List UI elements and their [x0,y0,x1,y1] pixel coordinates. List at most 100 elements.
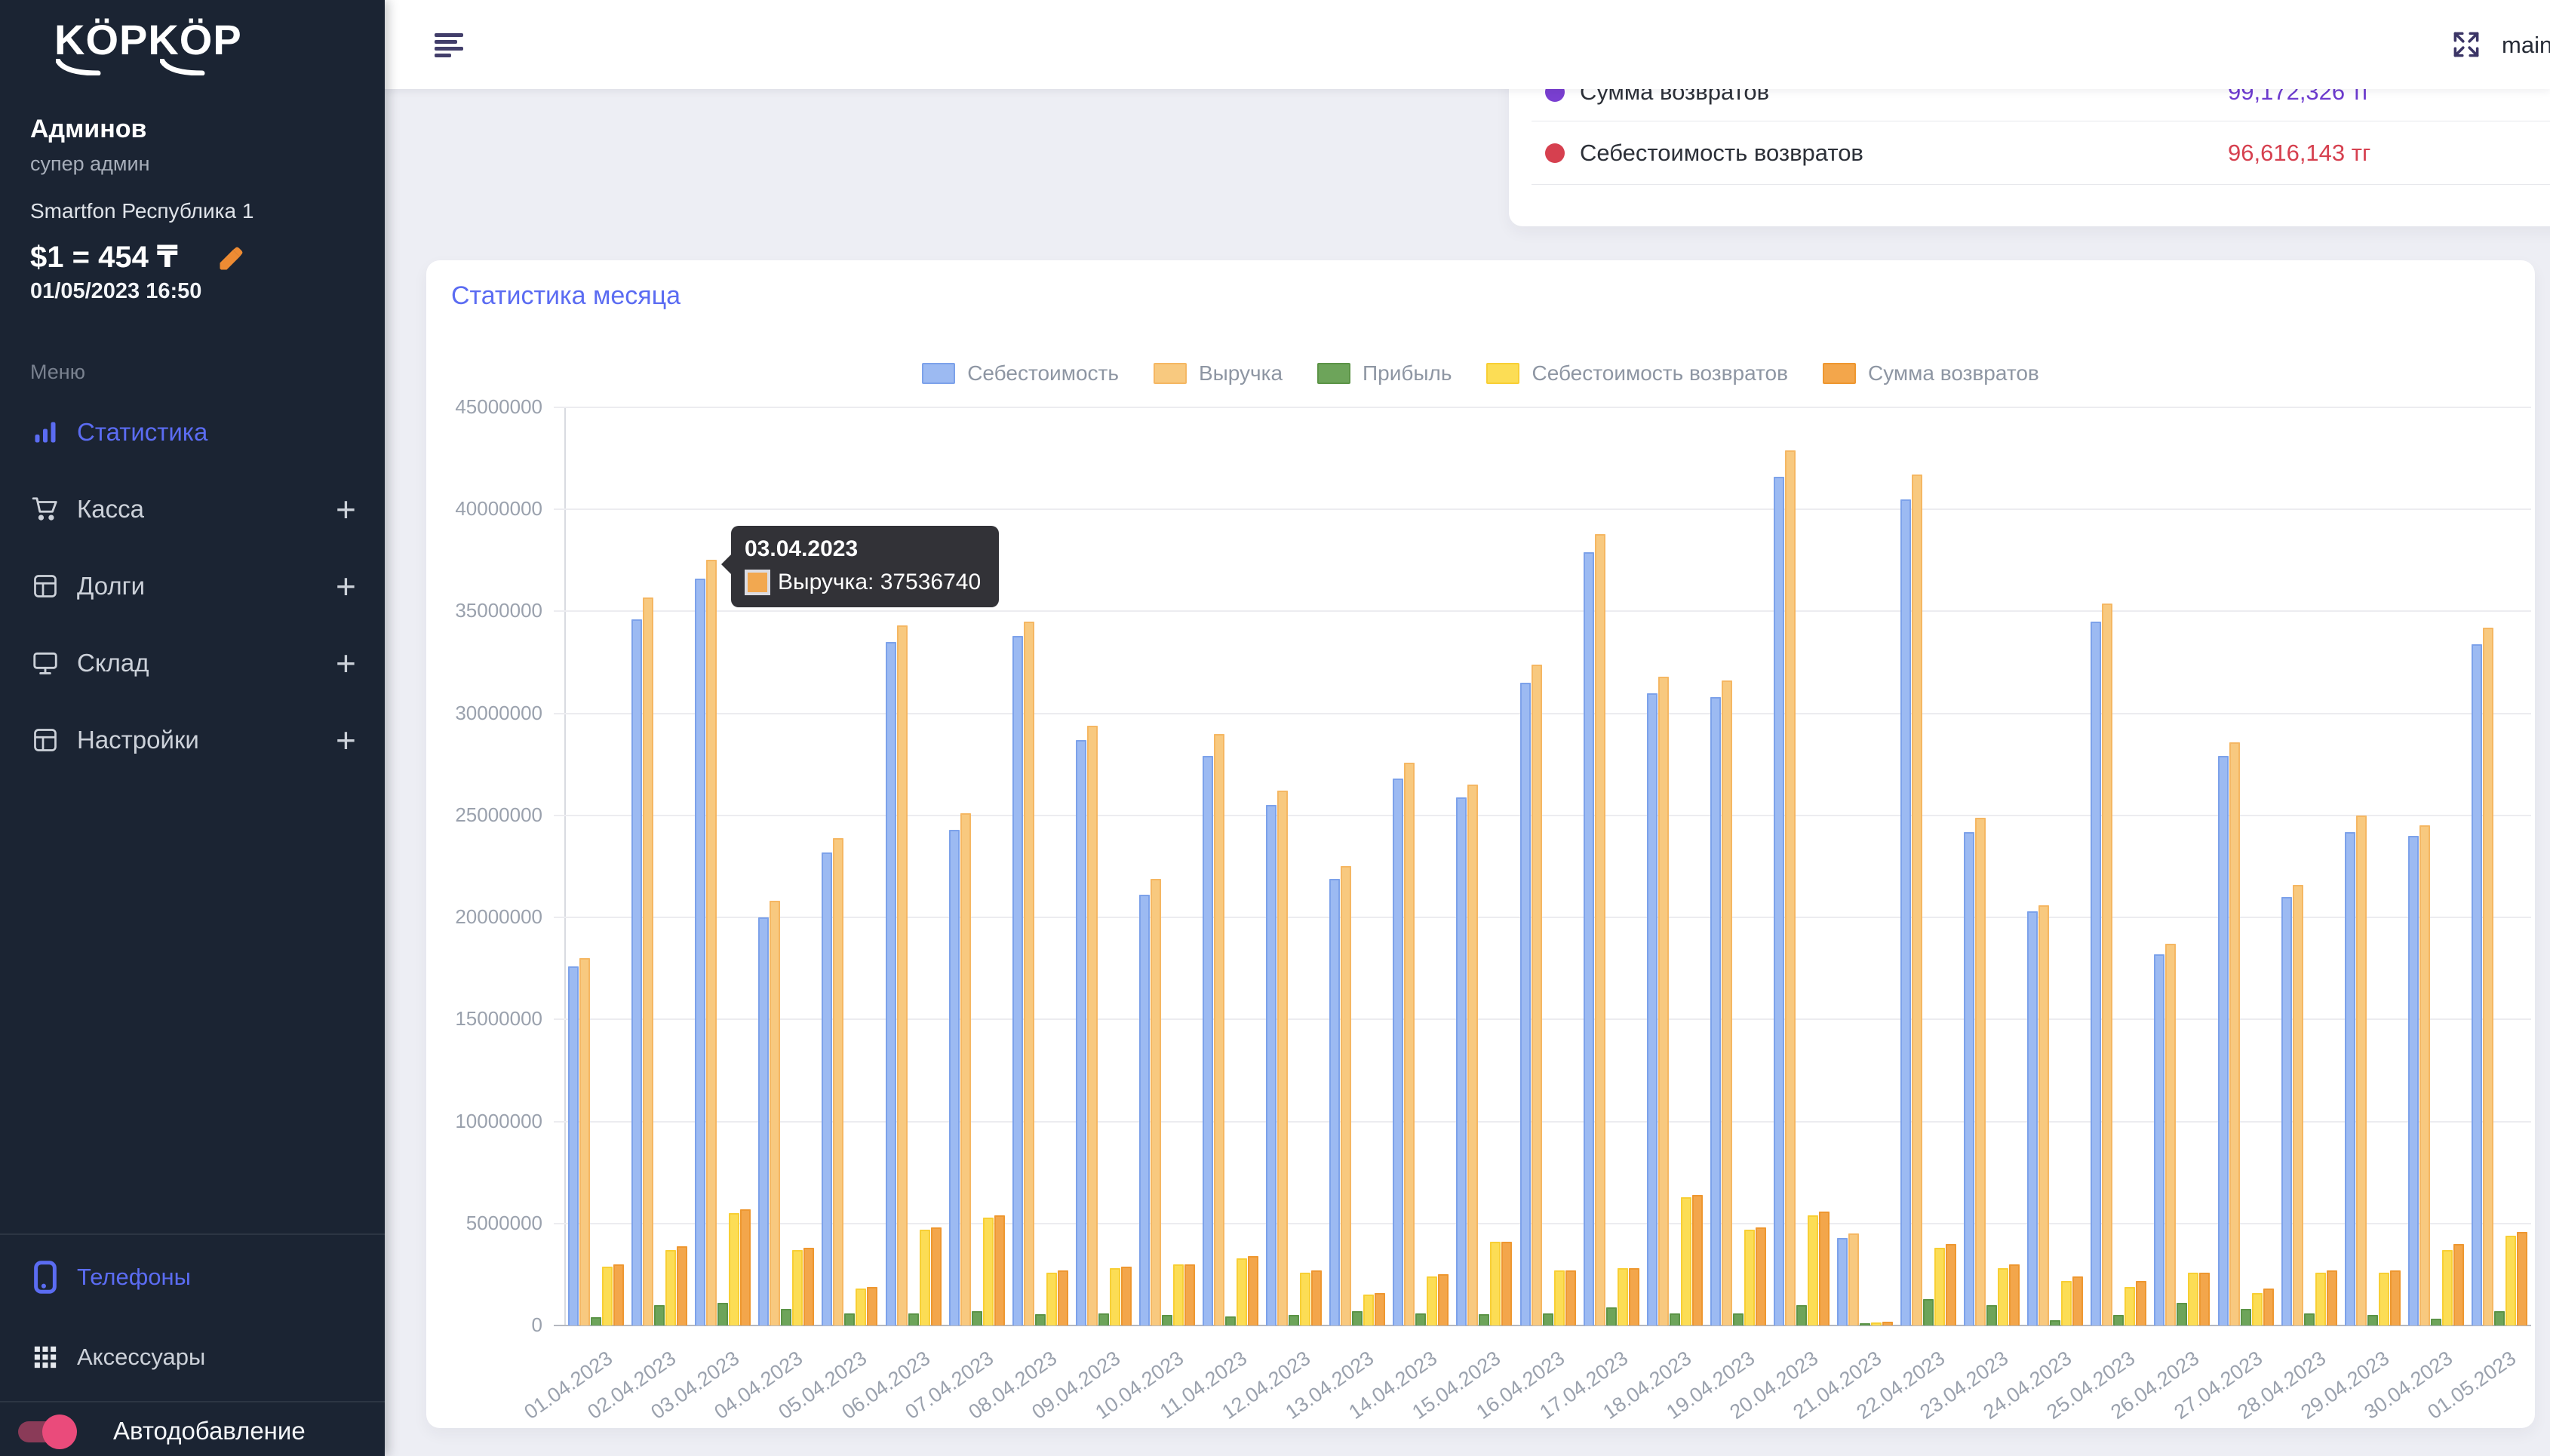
bar[interactable] [2252,1293,2263,1325]
bar[interactable] [2367,1315,2378,1325]
expand-plus-icon[interactable]: + [336,646,356,680]
bar[interactable] [833,838,843,1325]
bar[interactable] [695,579,705,1325]
bar[interactable] [2165,944,2176,1325]
bar[interactable] [1237,1258,1247,1325]
bar[interactable] [908,1313,919,1325]
bar[interactable] [579,958,590,1325]
bar[interactable] [1214,734,1224,1325]
sidebar-item-accessories[interactable]: Аксессуары [0,1331,385,1384]
bar[interactable] [1375,1293,1385,1325]
bar[interactable] [1087,726,1098,1325]
bar[interactable] [1848,1233,1859,1325]
bar[interactable] [1162,1315,1172,1325]
bar[interactable] [1860,1323,1870,1325]
bar[interactable] [1139,895,1150,1325]
bar[interactable] [1785,450,1796,1325]
bar[interactable] [2483,628,2493,1325]
bar[interactable] [568,966,579,1325]
fullscreen-icon[interactable] [2449,27,2484,62]
bar[interactable] [2453,1244,2464,1325]
bar[interactable] [2390,1270,2401,1325]
sidebar-item-cashbox[interactable]: Касса + [0,483,385,536]
bar[interactable] [792,1250,803,1325]
bar[interactable] [591,1317,601,1325]
legend-item[interactable]: Прибыль [1317,361,1452,386]
bar[interactable] [1756,1227,1766,1325]
expand-plus-icon[interactable]: + [336,492,356,527]
bar[interactable] [960,813,971,1325]
bar[interactable] [1647,693,1658,1325]
bar[interactable] [1467,785,1478,1325]
bar[interactable] [1341,866,1351,1325]
bar[interactable] [2091,622,2101,1325]
bar[interactable] [2154,954,2164,1325]
bar[interactable] [2072,1276,2083,1325]
bar[interactable] [602,1267,613,1325]
bar[interactable] [2442,1250,2453,1325]
bar[interactable] [1565,1270,1576,1325]
bar[interactable] [2009,1264,2020,1325]
bar[interactable] [1404,763,1415,1325]
bar[interactable] [1986,1305,1997,1325]
bar[interactable] [2408,836,2419,1325]
bar[interactable] [1311,1270,1322,1325]
bar[interactable] [740,1209,751,1325]
bar[interactable] [2281,897,2292,1325]
bar[interactable] [2315,1273,2326,1325]
legend-item[interactable]: Себестоимость возвратов [1486,361,1788,386]
bar[interactable] [1819,1212,1830,1325]
bar[interactable] [1618,1268,1628,1325]
expand-plus-icon[interactable]: + [336,723,356,757]
bar[interactable] [2419,825,2430,1325]
bar[interactable] [2431,1319,2441,1325]
bar[interactable] [631,619,642,1325]
bar[interactable] [1681,1197,1691,1325]
bar[interactable] [1595,534,1605,1325]
bar[interactable] [717,1303,728,1325]
bar[interactable] [1248,1256,1258,1325]
bar[interactable] [1225,1316,1236,1325]
bar[interactable] [729,1213,739,1325]
bar[interactable] [1584,552,1594,1325]
bar[interactable] [2304,1313,2315,1325]
bar[interactable] [822,852,832,1325]
bar[interactable] [2113,1315,2124,1325]
bar[interactable] [1837,1238,1848,1325]
bar[interactable] [867,1287,877,1325]
bar[interactable] [1733,1313,1744,1325]
bar[interactable] [1456,797,1467,1325]
bar[interactable] [1934,1248,1945,1325]
bar[interactable] [1110,1268,1120,1325]
bar[interactable] [1722,680,1732,1325]
bar[interactable] [2218,756,2229,1325]
bar[interactable] [781,1309,791,1325]
bar[interactable] [803,1248,814,1325]
bar[interactable] [1490,1242,1501,1325]
bar[interactable] [1501,1242,1512,1325]
bar[interactable] [2356,816,2367,1325]
bar[interactable] [1912,475,1922,1325]
bar[interactable] [1871,1322,1882,1325]
bar[interactable] [1012,636,1023,1325]
legend-item[interactable]: Выручка [1154,361,1283,386]
bar[interactable] [1710,697,1721,1325]
bar[interactable] [1964,832,1974,1325]
bar[interactable] [2136,1281,2146,1325]
bar[interactable] [2102,604,2112,1325]
bar[interactable] [1024,622,1034,1325]
bar[interactable] [770,901,780,1325]
autoadd-toggle[interactable] [14,1412,97,1450]
bar[interactable] [1266,805,1277,1325]
bar[interactable] [2505,1236,2516,1325]
bar[interactable] [994,1215,1005,1325]
sidebar-item-statistics[interactable]: Статистика [0,406,385,459]
bar[interactable] [1744,1230,1755,1325]
bar[interactable] [2345,832,2355,1325]
bar[interactable] [1692,1195,1703,1325]
bar[interactable] [1289,1315,1299,1325]
bar[interactable] [2379,1273,2389,1325]
bar[interactable] [844,1313,855,1325]
bar[interactable] [1329,879,1340,1325]
bar[interactable] [654,1305,665,1325]
